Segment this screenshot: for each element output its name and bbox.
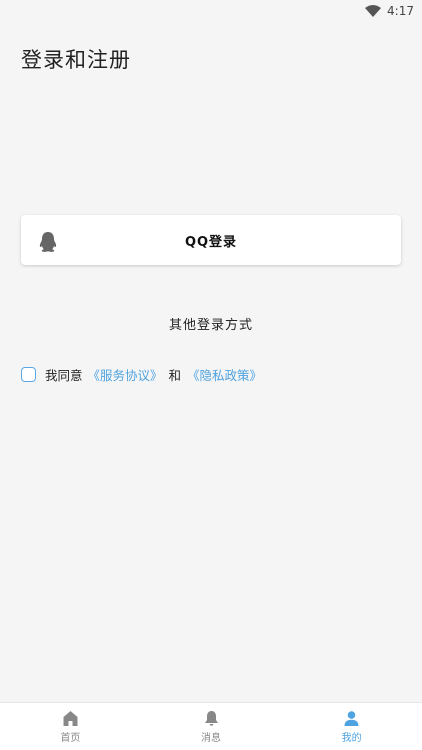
wifi-icon <box>365 5 382 17</box>
status-bar: 4:17 <box>0 0 422 22</box>
agreement-row: 我同意 《服务协议》 和 《隐私政策》 <box>21 365 262 384</box>
nav-label-messages: 消息 <box>201 732 221 744</box>
agreement-prefix: 我同意 <box>45 368 83 383</box>
other-login-methods[interactable]: 其他登录方式 <box>0 314 422 333</box>
agreement-checkbox[interactable] <box>21 367 36 382</box>
nav-item-mine[interactable]: 我的 <box>281 703 422 750</box>
page-title: 登录和注册 <box>21 48 131 72</box>
service-agreement-link[interactable]: 《服务协议》 <box>88 365 163 384</box>
qq-login-button[interactable]: QQ登录 <box>21 215 401 265</box>
nav-item-messages[interactable]: 消息 <box>141 703 282 750</box>
person-icon <box>344 710 359 726</box>
qq-login-label: QQ登录 <box>184 234 238 250</box>
status-time: 4:17 <box>387 4 414 18</box>
bottom-navigation: 首页 消息 我的 <box>0 702 422 750</box>
nav-label-mine: 我的 <box>341 732 362 744</box>
nav-label-home: 首页 <box>60 732 81 744</box>
bell-icon <box>204 710 218 726</box>
privacy-policy-link[interactable]: 《隐私政策》 <box>187 365 262 384</box>
agreement-and: 和 <box>168 368 182 383</box>
home-icon <box>63 710 78 726</box>
qq-penguin-icon <box>37 231 59 253</box>
nav-item-home[interactable]: 首页 <box>0 703 141 750</box>
